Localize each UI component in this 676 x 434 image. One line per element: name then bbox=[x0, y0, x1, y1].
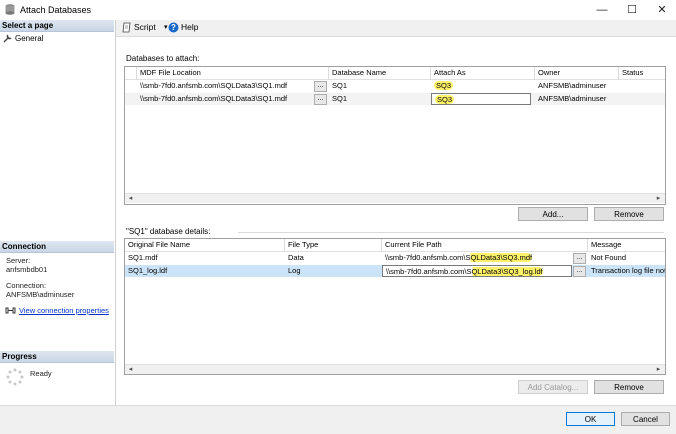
current-file-path-value: \\smb-7fd0.anfsmb.com\SQLData3\SQ3.mdf bbox=[385, 253, 533, 262]
help-label: Help bbox=[181, 22, 199, 32]
maximize-button[interactable]: ☐ bbox=[620, 2, 644, 18]
attach-as-value: SQ3 bbox=[435, 95, 455, 104]
browse-path-button[interactable]: ... bbox=[573, 266, 586, 277]
ok-button[interactable]: OK bbox=[566, 412, 615, 426]
page-item-general[interactable]: General bbox=[3, 33, 113, 44]
progress-status: Ready bbox=[30, 369, 52, 378]
current-file-path-input[interactable]: \\smb-7fd0.anfsmb.com\SQLData3\SQ3_log.l… bbox=[382, 265, 572, 277]
remove-button[interactable]: Remove bbox=[594, 207, 664, 221]
col-attach-as[interactable]: Attach As bbox=[431, 67, 535, 79]
original-file-name-cell: SQ1.mdf bbox=[128, 253, 158, 262]
script-icon bbox=[122, 22, 131, 33]
status-cell bbox=[619, 93, 665, 105]
table-row[interactable]: \\smb-7fd0.anfsmb.com\SQLData3\SQ1.mdf .… bbox=[125, 93, 665, 105]
original-file-name-cell: SQ1_log.ldf bbox=[128, 266, 168, 275]
table-row-selected[interactable]: SQ1_log.ldf Log \\smb-7fd0.anfsmb.com\SQ… bbox=[125, 265, 665, 277]
view-connection-properties-link[interactable]: View connection properties bbox=[19, 306, 109, 315]
databases-to-attach-label: Databases to attach: bbox=[126, 54, 200, 63]
help-button[interactable]: ? Help bbox=[168, 22, 208, 34]
close-button[interactable]: ✕ bbox=[650, 2, 674, 18]
message-cell: Not Found bbox=[591, 253, 627, 262]
browse-path-button[interactable]: ... bbox=[573, 253, 586, 264]
scroll-right-icon[interactable]: ▸ bbox=[654, 194, 663, 203]
server-label: Server: bbox=[6, 256, 31, 265]
left-pane: Select a page General Connection Server:… bbox=[0, 20, 116, 433]
script-button[interactable]: Script ▾ bbox=[122, 22, 172, 34]
file-type-cell: Log bbox=[288, 266, 301, 275]
connection-header: Connection bbox=[0, 241, 114, 253]
window-title: Attach Databases bbox=[20, 5, 92, 15]
connection-properties-icon bbox=[5, 307, 16, 314]
connection-value: ANFSMB\adminuser bbox=[6, 290, 75, 299]
add-button[interactable]: Add... bbox=[518, 207, 588, 221]
browse-mdf-button[interactable]: ... bbox=[314, 94, 327, 105]
minimize-button[interactable]: — bbox=[590, 2, 614, 18]
database-details-label: "SQ1" database details: bbox=[126, 227, 211, 236]
content-area: Databases to attach: MDF File Location D… bbox=[116, 37, 676, 405]
databases-to-attach-grid: MDF File Location Database Name Attach A… bbox=[124, 66, 666, 205]
table-row[interactable]: \\smb-7fd0.anfsmb.com\SQLData3\SQ1.mdf .… bbox=[125, 80, 665, 92]
details-divider bbox=[238, 232, 664, 233]
file-type-cell: Data bbox=[288, 253, 304, 262]
mdf-location-cell: \\smb-7fd0.anfsmb.com\SQLData3\SQ1.mdf bbox=[140, 81, 288, 90]
grid-header: Original File Name File Type Current Fil… bbox=[125, 239, 665, 252]
svg-text:?: ? bbox=[171, 23, 176, 32]
dialog-footer: OK Cancel bbox=[0, 405, 676, 434]
col-mdf-file-location[interactable]: MDF File Location bbox=[137, 67, 329, 79]
col-owner[interactable]: Owner bbox=[535, 67, 619, 79]
current-file-path-value: \\smb-7fd0.anfsmb.com\SQLData3\SQ3_log.l… bbox=[386, 267, 543, 276]
col-database-name[interactable]: Database Name bbox=[329, 67, 431, 79]
col-current-file-path[interactable]: Current File Path bbox=[382, 239, 588, 251]
message-cell: Transaction log file not bbox=[591, 266, 665, 275]
table-row[interactable]: SQ1.mdf Data \\smb-7fd0.anfsmb.com\SQLDa… bbox=[125, 252, 665, 264]
help-icon: ? bbox=[168, 22, 179, 33]
database-icon bbox=[5, 4, 15, 15]
owner-cell: ANFSMB\adminuser bbox=[538, 81, 607, 90]
progress-header: Progress bbox=[0, 351, 114, 363]
attach-as-cell[interactable]: SQ3 bbox=[431, 80, 531, 92]
scroll-left-icon[interactable]: ◂ bbox=[126, 194, 135, 203]
database-details-grid: Original File Name File Type Current Fil… bbox=[124, 238, 666, 375]
attach-as-value: SQ3 bbox=[434, 81, 454, 90]
page-item-label: General bbox=[15, 34, 44, 43]
status-cell bbox=[619, 80, 665, 92]
attach-as-input[interactable]: SQ3 bbox=[431, 93, 531, 105]
horizontal-scrollbar[interactable]: ◂ ▸ bbox=[125, 364, 665, 374]
title-bar: Attach Databases — ☐ ✕ bbox=[0, 0, 676, 21]
cancel-button[interactable]: Cancel bbox=[621, 412, 670, 426]
scroll-right-icon[interactable]: ▸ bbox=[654, 365, 663, 374]
mdf-location-cell: \\smb-7fd0.anfsmb.com\SQLData3\SQ1.mdf bbox=[140, 94, 288, 103]
script-label: Script bbox=[134, 22, 156, 32]
grid-header: MDF File Location Database Name Attach A… bbox=[125, 67, 665, 80]
owner-cell: ANFSMB\adminuser bbox=[538, 94, 607, 103]
chevron-down-icon: ▾ bbox=[164, 24, 168, 31]
horizontal-scrollbar[interactable]: ◂ ▸ bbox=[125, 193, 665, 203]
remove-file-button[interactable]: Remove bbox=[594, 380, 664, 394]
database-name-cell: SQ1 bbox=[332, 81, 348, 90]
row-selector-header bbox=[125, 67, 137, 79]
database-name-cell: SQ1 bbox=[332, 94, 348, 103]
scroll-left-icon[interactable]: ◂ bbox=[126, 365, 135, 374]
col-file-type[interactable]: File Type bbox=[285, 239, 382, 251]
col-original-file-name[interactable]: Original File Name bbox=[125, 239, 285, 251]
connection-label: Connection: bbox=[6, 281, 47, 290]
toolbar: Script ▾ ? Help bbox=[116, 20, 676, 37]
server-value: anfsmbdb01 bbox=[6, 265, 48, 274]
browse-mdf-button[interactable]: ... bbox=[314, 81, 327, 92]
current-file-path-cell: \\smb-7fd0.anfsmb.com\SQLData3\SQ3.mdf bbox=[382, 252, 572, 264]
progress-spinner-icon bbox=[6, 368, 24, 386]
add-catalog-button[interactable]: Add Catalog... bbox=[518, 380, 588, 394]
col-status[interactable]: Status bbox=[619, 67, 665, 79]
wrench-icon bbox=[3, 34, 12, 43]
select-page-header: Select a page bbox=[0, 20, 114, 32]
col-message[interactable]: Message bbox=[588, 239, 665, 251]
